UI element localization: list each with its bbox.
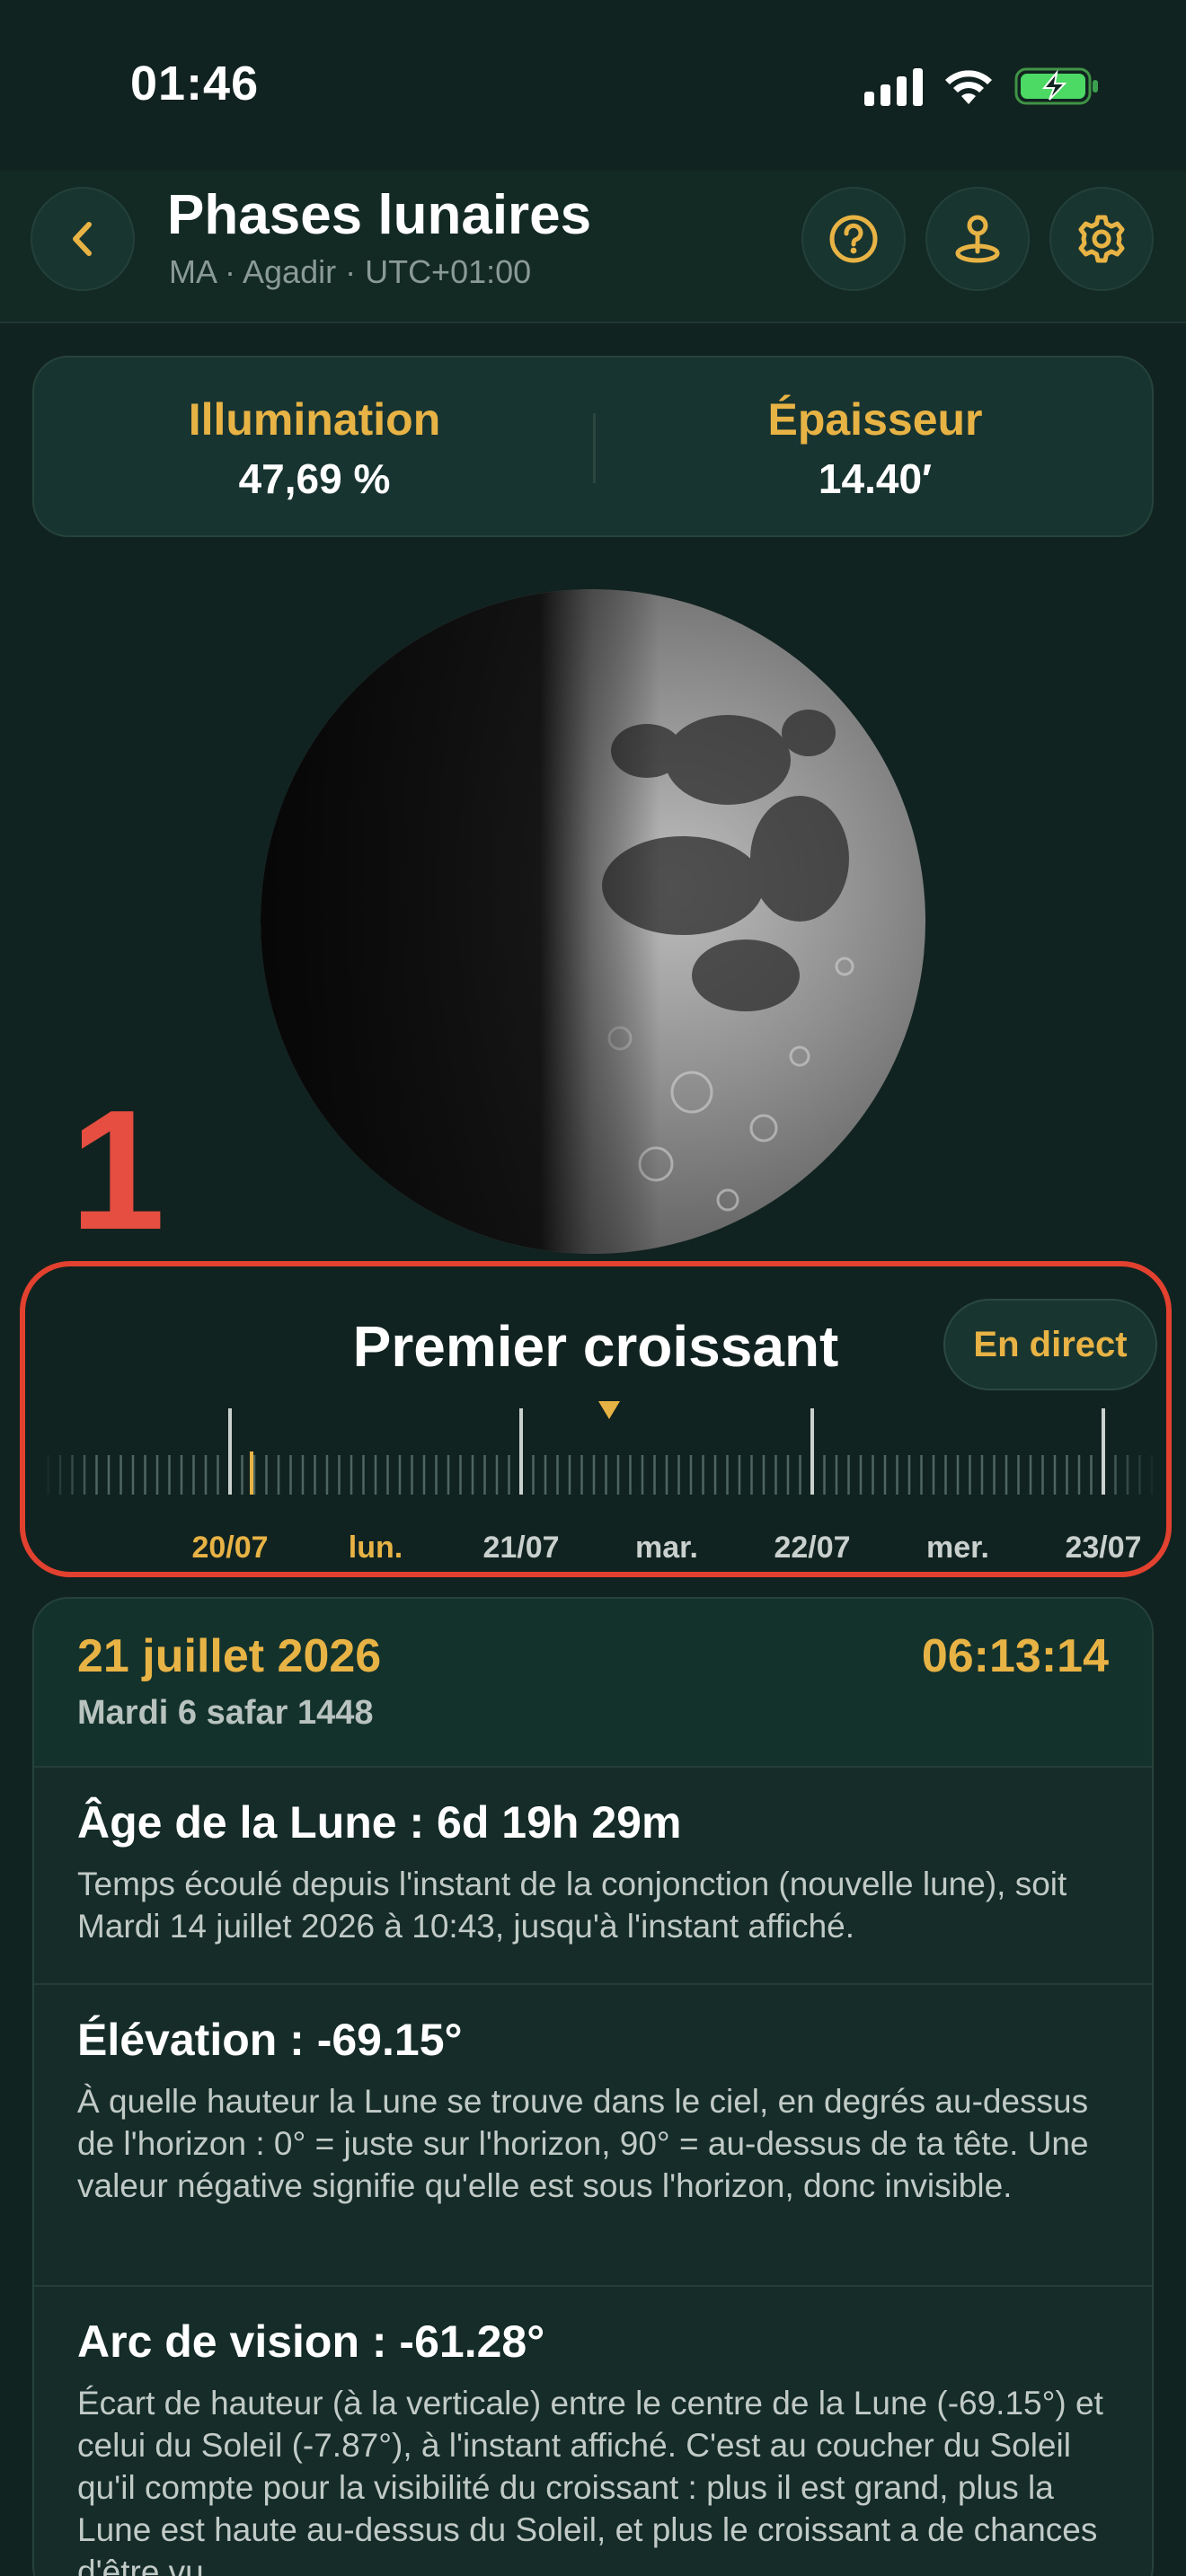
chevron-left-icon [73,222,92,256]
vision-arc-text: Écart de hauteur (à la verticale) entre … [77,2385,1103,2576]
ruler-fade-right [1105,1401,1159,1500]
location-button[interactable] [925,187,1030,291]
ruler-label-day-1: lun. [348,1531,403,1565]
date-row: 21 juillet 2026 06:13:14 Mardi 6 safar 1… [34,1599,1152,1768]
moon-age-text: Temps écoulé depuis l'instant de la conj… [77,1866,1067,1945]
live-button[interactable]: En direct [943,1299,1157,1390]
page-title: Phases lunaires [167,184,592,246]
elevation-text: À quelle hauteur la Lune se trouve dans … [77,2083,1089,2204]
ruler-label-day-2: mar. [635,1531,698,1565]
ruler-label-date-1: 20/07 [191,1531,269,1565]
app-header: Phases lunaires MA · Agadir · UTC+01:00 [0,171,1186,323]
illumination-label: Illumination [188,394,441,445]
wifi-icon [945,70,992,104]
illumination-stat: Illumination 47,69 % [34,357,595,539]
location-pin-icon [955,215,1000,263]
status-bar: 01:46 [0,0,1186,171]
question-circle-icon [829,215,878,263]
phase-timeline-highlight: Premier croissant En direct 20/07 lun. 2… [20,1261,1172,1577]
selected-date: 21 juillet 2026 [77,1630,382,1682]
status-icons [864,63,1101,110]
ruler-ticks [41,1401,1159,1500]
status-time: 01:46 [130,57,260,110]
thickness-label: Épaisseur [767,394,983,445]
info-section-moon-age: Âge de la Lune : 6d 19h 29m Temps écoulé… [34,1768,1152,1985]
cellular-signal-icon [864,66,923,106]
moon-image [261,589,925,1254]
moon-age-title: Âge de la Lune : 6d 19h 29m [77,1797,682,1848]
back-button[interactable] [31,187,135,291]
location-subtitle: MA · Agadir · UTC+01:00 [169,253,532,290]
thickness-stat: Épaisseur 14.40′ [595,357,1155,539]
info-section-vision-arc: Arc de vision : -61.28° Écart de hauteur… [34,2287,1152,2576]
ruler-label-day-3: mer. [926,1531,989,1565]
annotation-marker: 1 [70,1075,165,1266]
info-section-elevation: Élévation : -69.15° À quelle hauteur la … [34,1985,1152,2287]
moon-phase-screen: 01:46 Phases lunaires MA · Agadir · UTC+… [0,0,1186,2576]
detail-card: 21 juillet 2026 06:13:14 Mardi 6 safar 1… [32,1597,1154,2576]
ruler-fade-left [41,1401,95,1500]
battery-charging-icon [1014,67,1098,105]
selected-time: 06:13:14 [921,1630,1109,1682]
stats-card: Illumination 47,69 % Épaisseur 14.40′ [32,356,1154,537]
current-position-pointer [598,1401,620,1419]
settings-button[interactable] [1049,187,1154,291]
gear-icon [1078,215,1125,263]
vision-arc-title: Arc de vision : -61.28° [77,2316,545,2367]
elevation-title: Élévation : -69.15° [77,2015,463,2065]
ruler-label-date-4: 23/07 [1065,1531,1142,1565]
help-button[interactable] [801,187,906,291]
ruler-label-date-3: 22/07 [774,1531,851,1565]
thickness-value: 14.40′ [818,455,933,502]
hijri-date: Mardi 6 safar 1448 [77,1694,374,1732]
date-ruler-slider[interactable]: 20/07 lun. 21/07 mar. 22/07 mer. 23/07 [41,1401,1159,1581]
ruler-label-date-2: 21/07 [482,1531,560,1565]
illumination-value: 47,69 % [238,455,391,502]
